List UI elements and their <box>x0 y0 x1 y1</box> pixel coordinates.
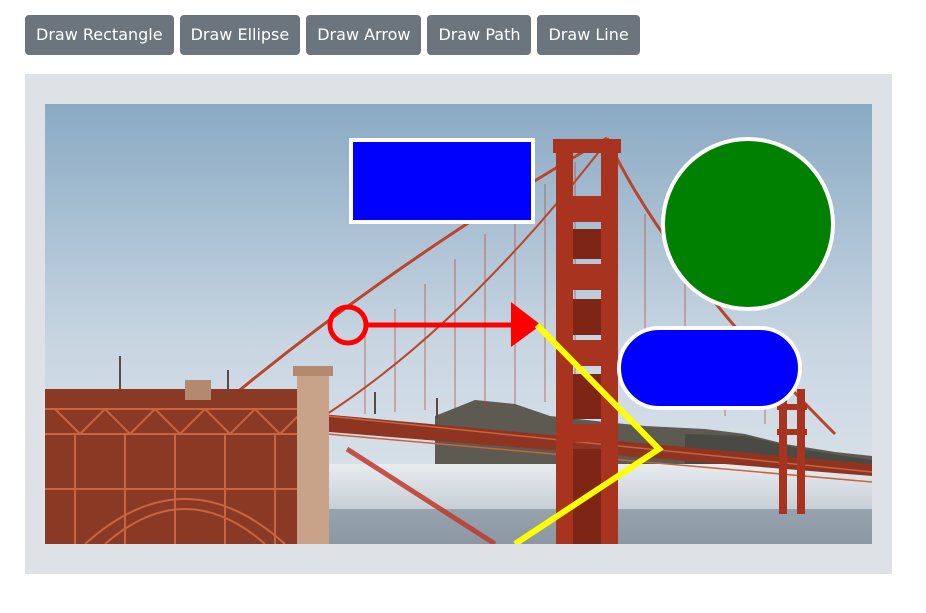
drawing-canvas[interactable] <box>45 104 872 544</box>
draw-path-button[interactable]: Draw Path <box>427 15 532 55</box>
draw-arrow-button[interactable]: Draw Arrow <box>306 15 422 55</box>
canvas-container <box>25 74 892 574</box>
drawing-toolbar: Draw Rectangle Draw Ellipse Draw Arrow D… <box>25 15 640 55</box>
draw-line-button[interactable]: Draw Line <box>537 15 640 55</box>
draw-ellipse-button[interactable]: Draw Ellipse <box>179 15 301 55</box>
drawn-ellipse[interactable] <box>661 137 835 311</box>
drawn-rectangle[interactable] <box>349 138 535 224</box>
draw-rectangle-button[interactable]: Draw Rectangle <box>25 15 174 55</box>
drawn-rounded-rectangle[interactable] <box>617 326 802 410</box>
